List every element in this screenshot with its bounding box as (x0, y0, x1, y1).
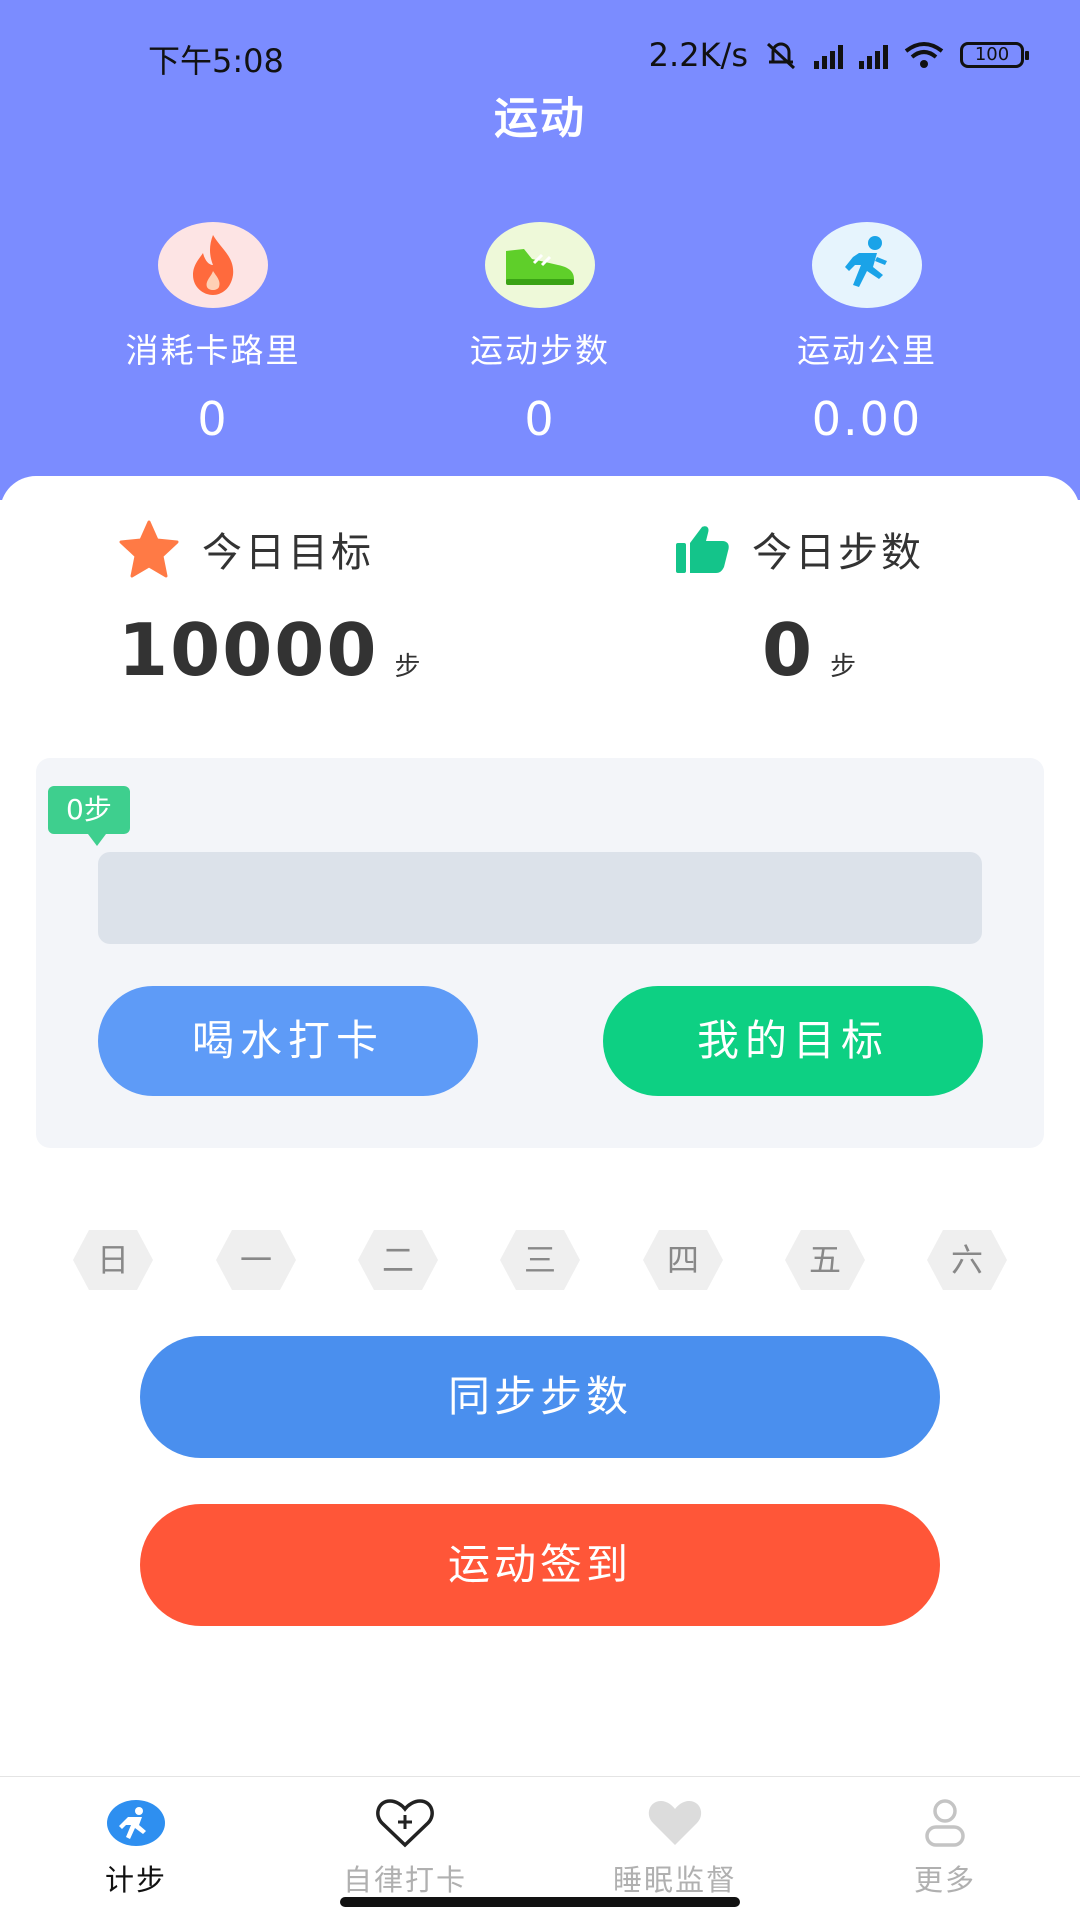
runner-icon (107, 1800, 165, 1846)
signal-icon (859, 41, 888, 69)
tab-step-counter[interactable]: 计步 (36, 1795, 236, 1899)
stat-label: 运动公里 (797, 331, 937, 370)
star-icon (119, 520, 179, 578)
today-goal: 今日目标 10000 步 (118, 520, 423, 692)
water-checkin-button[interactable]: 喝水打卡 (98, 986, 478, 1096)
tab-label: 更多 (913, 1863, 976, 1897)
thumbs-up-icon (676, 526, 729, 573)
today-steps-value-row: 0步 (762, 608, 924, 692)
tab-more[interactable]: 更多 (845, 1795, 1045, 1899)
progress-bar (98, 852, 982, 944)
status-time: 下午5:08 (148, 42, 284, 80)
person-icon (925, 1799, 965, 1847)
exercise-checkin-button[interactable]: 运动签到 (140, 1504, 940, 1626)
goal-label: 今日目标 (202, 530, 374, 576)
weekday-sun[interactable]: 日 (73, 1230, 153, 1290)
tab-label: 计步 (104, 1863, 167, 1897)
goal-unit: 步 (394, 652, 423, 682)
tab-label: 睡眠监督 (612, 1863, 737, 1897)
stat-value: 0 (197, 392, 229, 446)
tab-label: 自律打卡 (342, 1863, 467, 1897)
progress-tag: 0步 (48, 786, 130, 846)
stat-value: 0 (524, 392, 556, 446)
tab-sleep-monitor[interactable]: 睡眠监督 (575, 1795, 775, 1899)
weekday-wed[interactable]: 三 (500, 1230, 580, 1290)
status-bar: 下午5:08 2.2K/s 100 (0, 30, 1080, 80)
wifi-icon (904, 42, 944, 68)
page-title: 运动 (494, 93, 586, 144)
network-speed: 2.2K/s (648, 36, 748, 74)
mute-icon (766, 42, 796, 70)
battery-icon: 100 (960, 42, 1029, 68)
goal-value-row: 10000 步 (118, 608, 423, 692)
flame-icon (158, 222, 268, 308)
status-icons: 2.2K/s 100 (648, 36, 1029, 74)
stat-calories: 消耗卡路里 0 (63, 222, 363, 446)
stat-label: 消耗卡路里 (125, 331, 301, 370)
heart-plus-icon (376, 1799, 434, 1848)
weekday-thu[interactable]: 四 (643, 1230, 723, 1290)
weekday-sat[interactable]: 六 (927, 1230, 1007, 1290)
goal-value: 10000 (118, 608, 379, 692)
weekday-fri[interactable]: 五 (785, 1230, 865, 1290)
stat-distance: 运动公里 0.00 (717, 222, 1017, 446)
weekday-mon[interactable]: 一 (216, 1230, 296, 1290)
today-steps-value: 0 (762, 608, 815, 692)
stat-label: 运动步数 (470, 331, 610, 370)
today-steps-label: 今日步数 (752, 530, 924, 576)
my-goal-button[interactable]: 我的目标 (603, 986, 983, 1096)
sneaker-icon (485, 222, 595, 308)
sync-steps-button[interactable]: 同步步数 (140, 1336, 940, 1458)
today-steps: 今日步数 0步 (674, 520, 924, 692)
runner-icon (812, 222, 922, 308)
home-indicator[interactable] (340, 1897, 740, 1907)
stat-value: 0.00 (811, 392, 923, 446)
weekday-tue[interactable]: 二 (358, 1230, 438, 1290)
signal-icon (814, 41, 843, 69)
heart-icon (648, 1801, 702, 1845)
tab-self-discipline[interactable]: 自律打卡 (305, 1795, 505, 1899)
stat-steps: 运动步数 0 (390, 222, 690, 446)
today-steps-unit: 步 (830, 652, 859, 682)
